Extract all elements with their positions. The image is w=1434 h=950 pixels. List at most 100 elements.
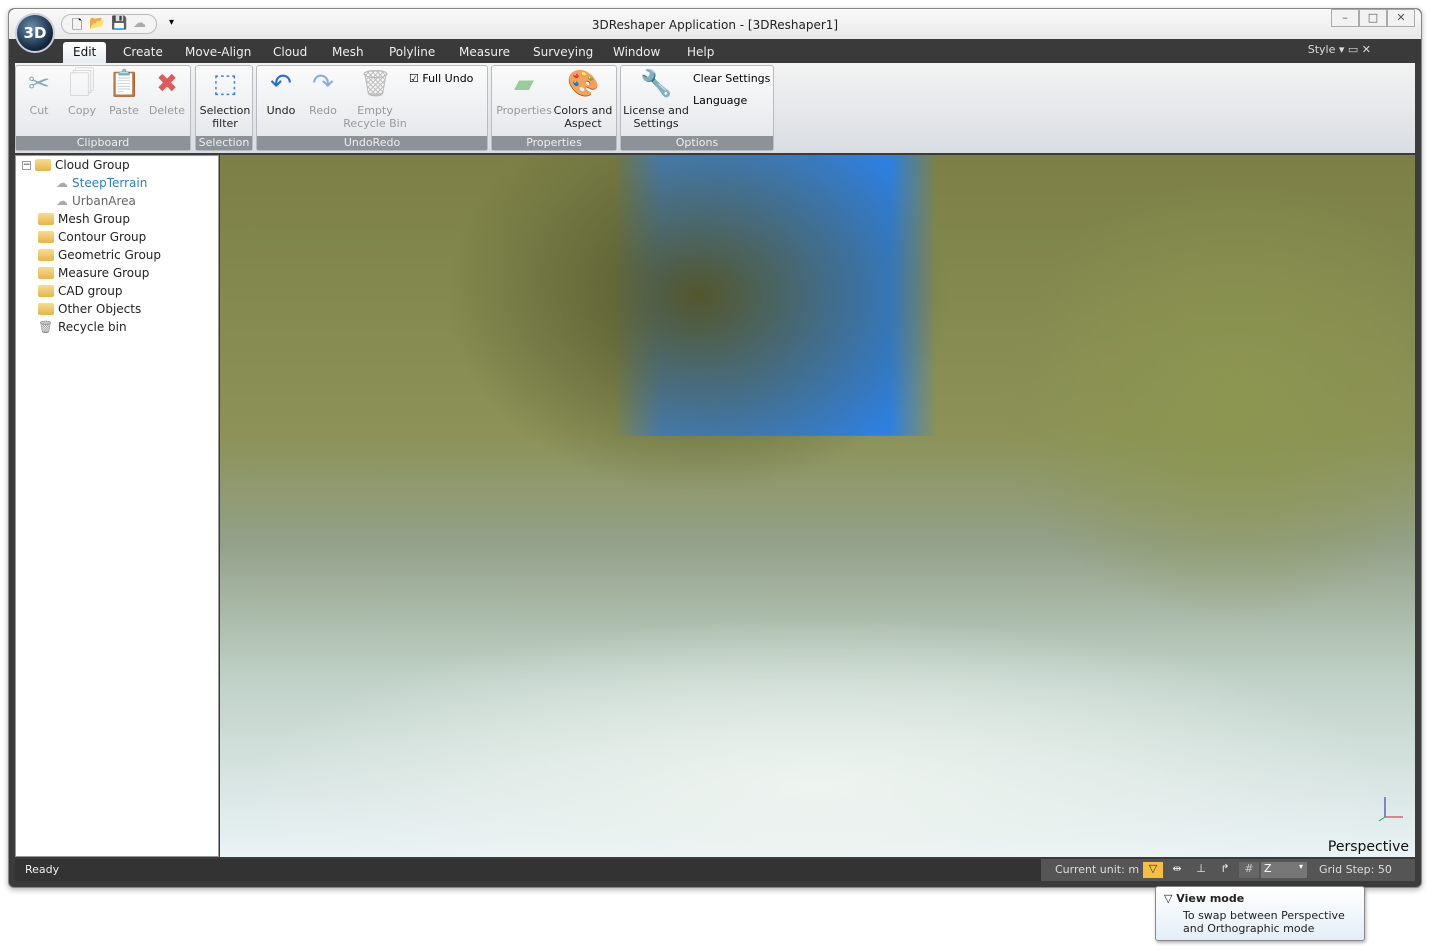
ribbon: ✂ Cut 🗍 Copy 📋 Paste ✖ Delete Clipboard ⬚ Sel… xyxy=(15,63,1415,153)
paste-icon: 📋 xyxy=(108,69,141,99)
wrench-icon: 🔧 xyxy=(640,69,673,99)
selection-filter-button[interactable]: ⬚ Selection filter xyxy=(198,68,252,130)
tooltip-title: View mode xyxy=(1176,892,1245,905)
full-undo-checkbox[interactable]: ☑ Full Undo xyxy=(409,72,473,85)
palette-icon: 🎨 xyxy=(567,69,600,99)
object-tree: − Cloud Group ☁ SteepTerrain ☁ UrbanArea Me… xyxy=(15,155,219,857)
group-label: Properties xyxy=(492,136,616,150)
axis-icon[interactable]: ↱ xyxy=(1215,862,1235,878)
group-label: Selection xyxy=(196,136,252,150)
pan-icon[interactable]: ⇹ xyxy=(1167,862,1187,878)
folder-icon xyxy=(35,159,51,171)
cloud-icon[interactable]: ☁ xyxy=(133,16,146,32)
tree-node-steepterrain[interactable]: ☁ SteepTerrain xyxy=(56,176,147,190)
maximize-button[interactable]: □ xyxy=(1359,9,1387,27)
tab-help[interactable]: Help xyxy=(677,42,724,63)
paste-button[interactable]: 📋 Paste xyxy=(106,68,142,117)
folder-icon xyxy=(38,303,54,315)
window-title: 3DReshaper Application - [3DReshaper1] xyxy=(591,18,839,32)
redo-button[interactable]: ↷ Redo xyxy=(303,68,343,117)
empty-recycle-bin-button[interactable]: 🗑 Empty Recycle Bin xyxy=(343,68,407,130)
tab-edit[interactable]: Edit xyxy=(63,42,107,63)
current-unit: Current unit: m xyxy=(1055,863,1140,876)
folder-icon xyxy=(38,249,54,261)
axis-select[interactable]: Z ▾ xyxy=(1261,862,1307,878)
language-button[interactable]: Language xyxy=(693,94,747,107)
app-logo[interactable]: 3D xyxy=(15,13,55,53)
ribbon-tabs: Edit Create Move-Align Cloud Mesh Polyli… xyxy=(9,39,1421,63)
selection-cursor-icon: ⬚ xyxy=(212,69,238,99)
tab-create[interactable]: Create xyxy=(113,42,173,63)
open-icon[interactable]: 📂 xyxy=(89,16,105,32)
view-mode-tooltip: ▽ View mode To swap between Perspective … xyxy=(1155,886,1365,941)
tree-node-mesh-group[interactable]: Mesh Group xyxy=(38,212,130,226)
copy-button[interactable]: 🗍 Copy xyxy=(64,68,100,117)
scissors-icon: ✂ xyxy=(28,69,50,99)
cloud-icon: ☁ xyxy=(56,194,68,208)
3d-viewport[interactable]: Perspective xyxy=(220,155,1415,857)
trash-icon: 🗑 xyxy=(359,69,393,99)
tab-mesh[interactable]: Mesh xyxy=(322,42,374,63)
tree-node-measure-group[interactable]: Measure Group xyxy=(38,266,149,280)
grid-icon[interactable]: # xyxy=(1239,862,1259,878)
tree-node-contour-group[interactable]: Contour Group xyxy=(38,230,146,244)
collapse-icon[interactable]: − xyxy=(22,160,31,170)
delete-button[interactable]: ✖ Delete xyxy=(146,68,188,117)
view-mode-icon: ▽ xyxy=(1164,892,1177,905)
style-menu[interactable]: Style ▾ ▭ ✕ xyxy=(1308,43,1371,56)
clear-settings-button[interactable]: Clear Settings xyxy=(693,72,770,85)
tree-node-geometric-group[interactable]: Geometric Group xyxy=(38,248,161,262)
cloud-icon: ☁ xyxy=(56,176,68,190)
tree-node-recycle-bin[interactable]: 🗑 Recycle bin xyxy=(38,320,127,334)
folder-icon xyxy=(38,213,54,225)
title-bar: 3DReshaper Application - [3DReshaper1] 🗋… xyxy=(9,9,1421,39)
colors-aspect-button[interactable]: 🎨 Colors and Aspect xyxy=(552,68,614,130)
full-undo-label: Full Undo xyxy=(422,72,474,85)
tab-measure[interactable]: Measure xyxy=(449,42,520,63)
minimize-button[interactable]: – xyxy=(1331,9,1359,27)
undo-button[interactable]: ↶ Undo xyxy=(261,68,301,117)
folder-icon xyxy=(38,285,54,297)
group-options: 🔧 License and Settings Clear Settings Lan… xyxy=(620,65,774,151)
group-label: UndoRedo xyxy=(257,136,487,150)
group-undoredo: ↶ Undo ↷ Redo 🗑 Empty Recycle Bin ☑ Full Un… xyxy=(256,65,488,151)
undo-icon: ↶ xyxy=(270,69,292,99)
group-properties: ▰ Properties 🎨 Colors and Aspect Propertie… xyxy=(491,65,617,151)
properties-button[interactable]: ▰ Properties xyxy=(496,68,552,117)
view-mode-label: Perspective xyxy=(1327,839,1409,855)
folder-icon xyxy=(38,267,54,279)
tree-node-cloud-group[interactable]: − Cloud Group xyxy=(22,158,130,172)
tooltip-body: To swap between Perspective and Orthogra… xyxy=(1183,909,1345,935)
folder-icon xyxy=(38,231,54,243)
group-clipboard: ✂ Cut 🗍 Copy 📋 Paste ✖ Delete Clipboard xyxy=(15,65,191,151)
app-window: 3DReshaper Application - [3DReshaper1] 🗋… xyxy=(8,8,1422,888)
view-mode-button[interactable]: ▽ xyxy=(1143,862,1163,878)
trash-icon: 🗑 xyxy=(38,320,54,334)
tab-polyline[interactable]: Polyline xyxy=(379,42,445,63)
tree-node-urbanarea[interactable]: ☁ UrbanArea xyxy=(56,194,136,208)
tab-cloud[interactable]: Cloud xyxy=(263,42,317,63)
quick-access-toolbar: 🗋 📂 💾 ☁ xyxy=(61,14,157,34)
status-text: Ready xyxy=(25,863,60,876)
tab-surveying[interactable]: Surveying xyxy=(523,42,603,63)
delete-icon: ✖ xyxy=(156,69,178,99)
tree-node-other-objects[interactable]: Other Objects xyxy=(38,302,141,316)
group-label: Clipboard xyxy=(16,136,190,150)
license-settings-button[interactable]: 🔧 License and Settings xyxy=(623,68,689,130)
customize-qat-icon[interactable]: ▾ xyxy=(169,17,174,28)
grid-step: Grid Step: 50 xyxy=(1319,863,1392,876)
style-label: Style xyxy=(1307,43,1336,56)
tree-node-cad-group[interactable]: CAD group xyxy=(38,284,123,298)
status-bar: Ready Current unit: m ▽ ⇹ ⊥ ↱ # Z ▾ Grid … xyxy=(15,859,1415,881)
rotate-axis-icon[interactable]: ⊥ xyxy=(1191,862,1211,878)
properties-icon: ▰ xyxy=(514,69,534,99)
group-selection: ⬚ Selection filter Selection xyxy=(195,65,253,151)
tab-move-align[interactable]: Move-Align xyxy=(175,42,261,63)
redo-icon: ↷ xyxy=(312,69,334,99)
new-icon[interactable]: 🗋 xyxy=(72,16,83,33)
tab-window[interactable]: Window xyxy=(603,42,670,63)
save-icon[interactable]: 💾 xyxy=(111,16,127,32)
cut-button[interactable]: ✂ Cut xyxy=(22,68,56,117)
group-label: Options xyxy=(621,136,773,150)
close-button[interactable]: ✕ xyxy=(1387,9,1415,27)
